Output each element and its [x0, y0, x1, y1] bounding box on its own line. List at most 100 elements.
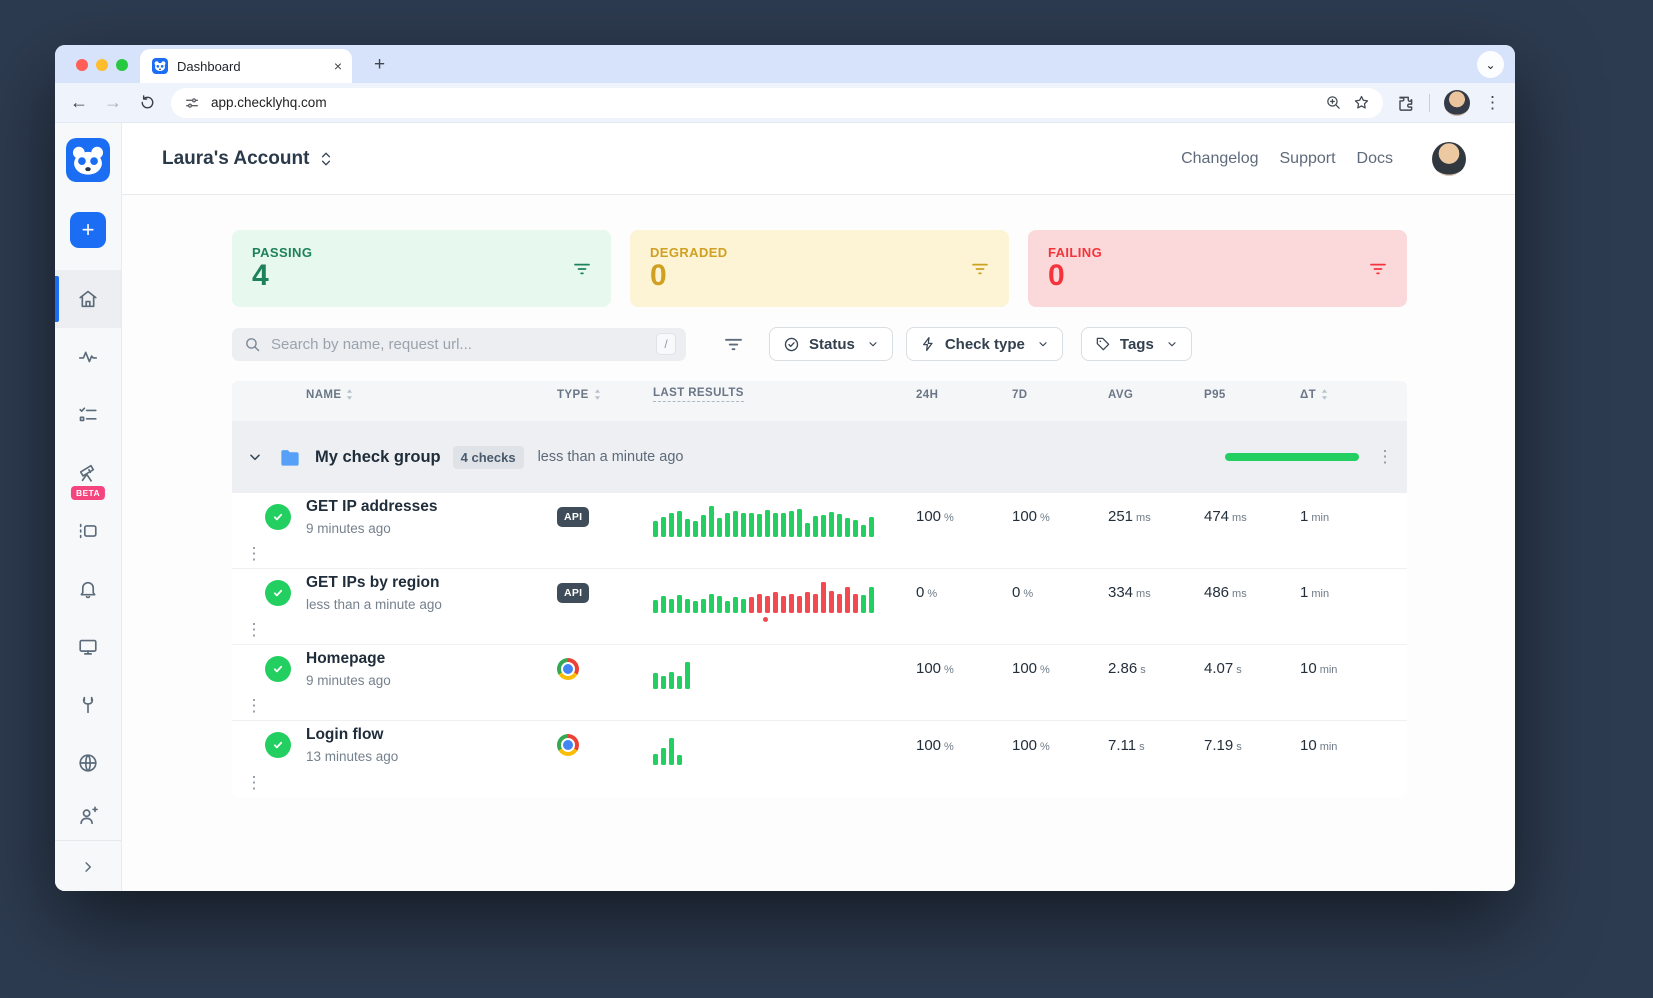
sidebar-item-alerts[interactable] [55, 560, 121, 618]
spark-bar [669, 513, 674, 537]
table-row-login-flow[interactable]: Login flow 13 minutes ago 100% 100% 7.11… [232, 721, 1407, 797]
column-header-last-results[interactable]: LAST RESULTS [643, 387, 883, 402]
last-results-sparkline[interactable] [643, 497, 883, 537]
sidebar-item-home[interactable] [55, 270, 121, 328]
spark-bar [845, 587, 850, 613]
checks-table: NAME TYPE LAST RESULTS 24H 7D AVG P95 [232, 381, 1407, 797]
row-menu-icon[interactable]: ⋮ [232, 773, 276, 793]
check-name[interactable]: GET IP addresses [306, 498, 547, 516]
sidebar-item-invite-user[interactable] [55, 792, 121, 840]
table-row-homepage[interactable]: Homepage 9 minutes ago 100% 100% 2.86s 4… [232, 645, 1407, 721]
sidebar-item-checks[interactable] [55, 386, 121, 444]
traffic-lights [76, 59, 128, 71]
check-name[interactable]: GET IPs by region [306, 574, 547, 592]
extensions-puzzle-icon[interactable] [1397, 94, 1415, 112]
spark-bar [741, 513, 746, 537]
spark-bar [813, 516, 818, 537]
sort-icon[interactable] [346, 389, 353, 400]
check-name[interactable]: Homepage [306, 650, 547, 668]
new-tab-button[interactable]: + [374, 54, 385, 76]
user-avatar[interactable] [1432, 142, 1466, 176]
spark-bar [677, 676, 682, 689]
filter-icon[interactable] [573, 262, 591, 276]
stat-p95: 486ms [1171, 584, 1267, 601]
filter-icon[interactable] [1369, 262, 1387, 276]
create-check-button[interactable]: + [70, 212, 106, 248]
check-type-filter-button[interactable]: Check type [906, 327, 1063, 361]
browser-profile-avatar[interactable] [1444, 90, 1470, 116]
sidebar-item-dashboards[interactable] [55, 618, 121, 676]
account-switcher[interactable]: Laura's Account [162, 148, 333, 170]
back-button[interactable]: ← [69, 92, 89, 113]
group-menu-icon[interactable]: ⋮ [1363, 447, 1407, 467]
column-header-type[interactable]: TYPE [547, 389, 643, 401]
last-results-sparkline[interactable] [643, 725, 883, 765]
close-window-button[interactable] [76, 59, 88, 71]
column-header-avg[interactable]: AVG [1075, 389, 1171, 401]
api-type-badge: API [557, 507, 589, 527]
sort-icon[interactable] [594, 389, 601, 400]
search-box[interactable]: / [232, 328, 686, 361]
status-ok-icon [265, 732, 291, 758]
nav-link-changelog[interactable]: Changelog [1181, 150, 1258, 168]
search-input[interactable] [271, 336, 646, 353]
last-results-sparkline[interactable] [643, 649, 883, 689]
sidebar-expand-button[interactable] [55, 840, 121, 891]
stat-p95: 7.19s [1171, 737, 1267, 754]
sidebar-item-monitoring[interactable] [55, 328, 121, 386]
tab-search-chevron-icon[interactable]: ⌄ [1477, 51, 1504, 78]
tab-close-icon[interactable]: × [334, 59, 342, 73]
sort-icon[interactable] [1321, 389, 1328, 400]
status-filter-button[interactable]: Status [769, 327, 893, 361]
bookmark-star-icon[interactable] [1353, 94, 1370, 111]
degraded-card[interactable]: DEGRADED 0 [630, 230, 1009, 307]
spark-bar [861, 525, 866, 537]
passing-card[interactable]: PASSING 4 [232, 230, 611, 307]
sidebar-item-settings[interactable] [55, 676, 121, 734]
spark-bar [709, 506, 714, 537]
nav-link-support[interactable]: Support [1280, 150, 1336, 168]
filter-icon[interactable] [971, 262, 989, 276]
tags-filter-label: Tags [1120, 336, 1154, 353]
spark-bar [725, 513, 730, 537]
zoom-window-button[interactable] [116, 59, 128, 71]
spark-bar [869, 517, 874, 537]
filter-funnel-icon[interactable] [724, 337, 743, 352]
stat-24h: 0% [883, 584, 979, 601]
column-header-name[interactable]: NAME [306, 389, 547, 401]
zoom-page-icon[interactable] [1325, 94, 1342, 111]
url-text[interactable]: app.checklyhq.com [211, 95, 1314, 110]
row-menu-icon[interactable]: ⋮ [232, 620, 276, 640]
row-menu-icon[interactable]: ⋮ [232, 544, 276, 564]
browser-menu-icon[interactable]: ⋮ [1484, 93, 1501, 113]
failing-card[interactable]: FAILING 0 [1028, 230, 1407, 307]
reload-button[interactable] [137, 94, 157, 111]
site-info-icon[interactable] [184, 95, 200, 111]
column-header-dt[interactable]: ΔT [1267, 389, 1311, 401]
sidebar-item-explore-beta[interactable]: BETA [55, 444, 121, 502]
minimize-window-button[interactable] [96, 59, 108, 71]
forward-button[interactable]: → [103, 92, 123, 113]
collapse-group-button[interactable] [242, 449, 268, 465]
column-header-24h[interactable]: 24H [883, 389, 979, 401]
check-name[interactable]: Login flow [306, 726, 547, 744]
column-header-p95[interactable]: P95 [1171, 389, 1267, 401]
tags-filter-button[interactable]: Tags [1081, 327, 1192, 361]
passing-label: PASSING [252, 245, 591, 260]
chevron-right-icon [79, 858, 97, 876]
checkly-logo[interactable] [66, 138, 110, 182]
row-menu-icon[interactable]: ⋮ [232, 696, 276, 716]
nav-link-docs[interactable]: Docs [1357, 150, 1393, 168]
group-name[interactable]: My check group [315, 448, 441, 467]
address-bar[interactable]: app.checklyhq.com [171, 88, 1383, 118]
table-row-get-ip-addresses[interactable]: GET IP addresses 9 minutes ago API 100% … [232, 493, 1407, 569]
sidebar-item-private-locations[interactable] [55, 734, 121, 792]
column-header-7d[interactable]: 7D [979, 389, 1075, 401]
group-checks-badge: 4 checks [453, 446, 524, 469]
last-results-sparkline[interactable] [643, 573, 883, 613]
check-group-row[interactable]: My check group 4 checks less than a minu… [232, 421, 1407, 493]
spark-bar [685, 599, 690, 613]
browser-tab[interactable]: Dashboard × [140, 49, 352, 83]
table-row-get-ips-by-region[interactable]: GET IPs by region less than a minute ago… [232, 569, 1407, 645]
sidebar-item-maintenance[interactable] [55, 502, 121, 560]
